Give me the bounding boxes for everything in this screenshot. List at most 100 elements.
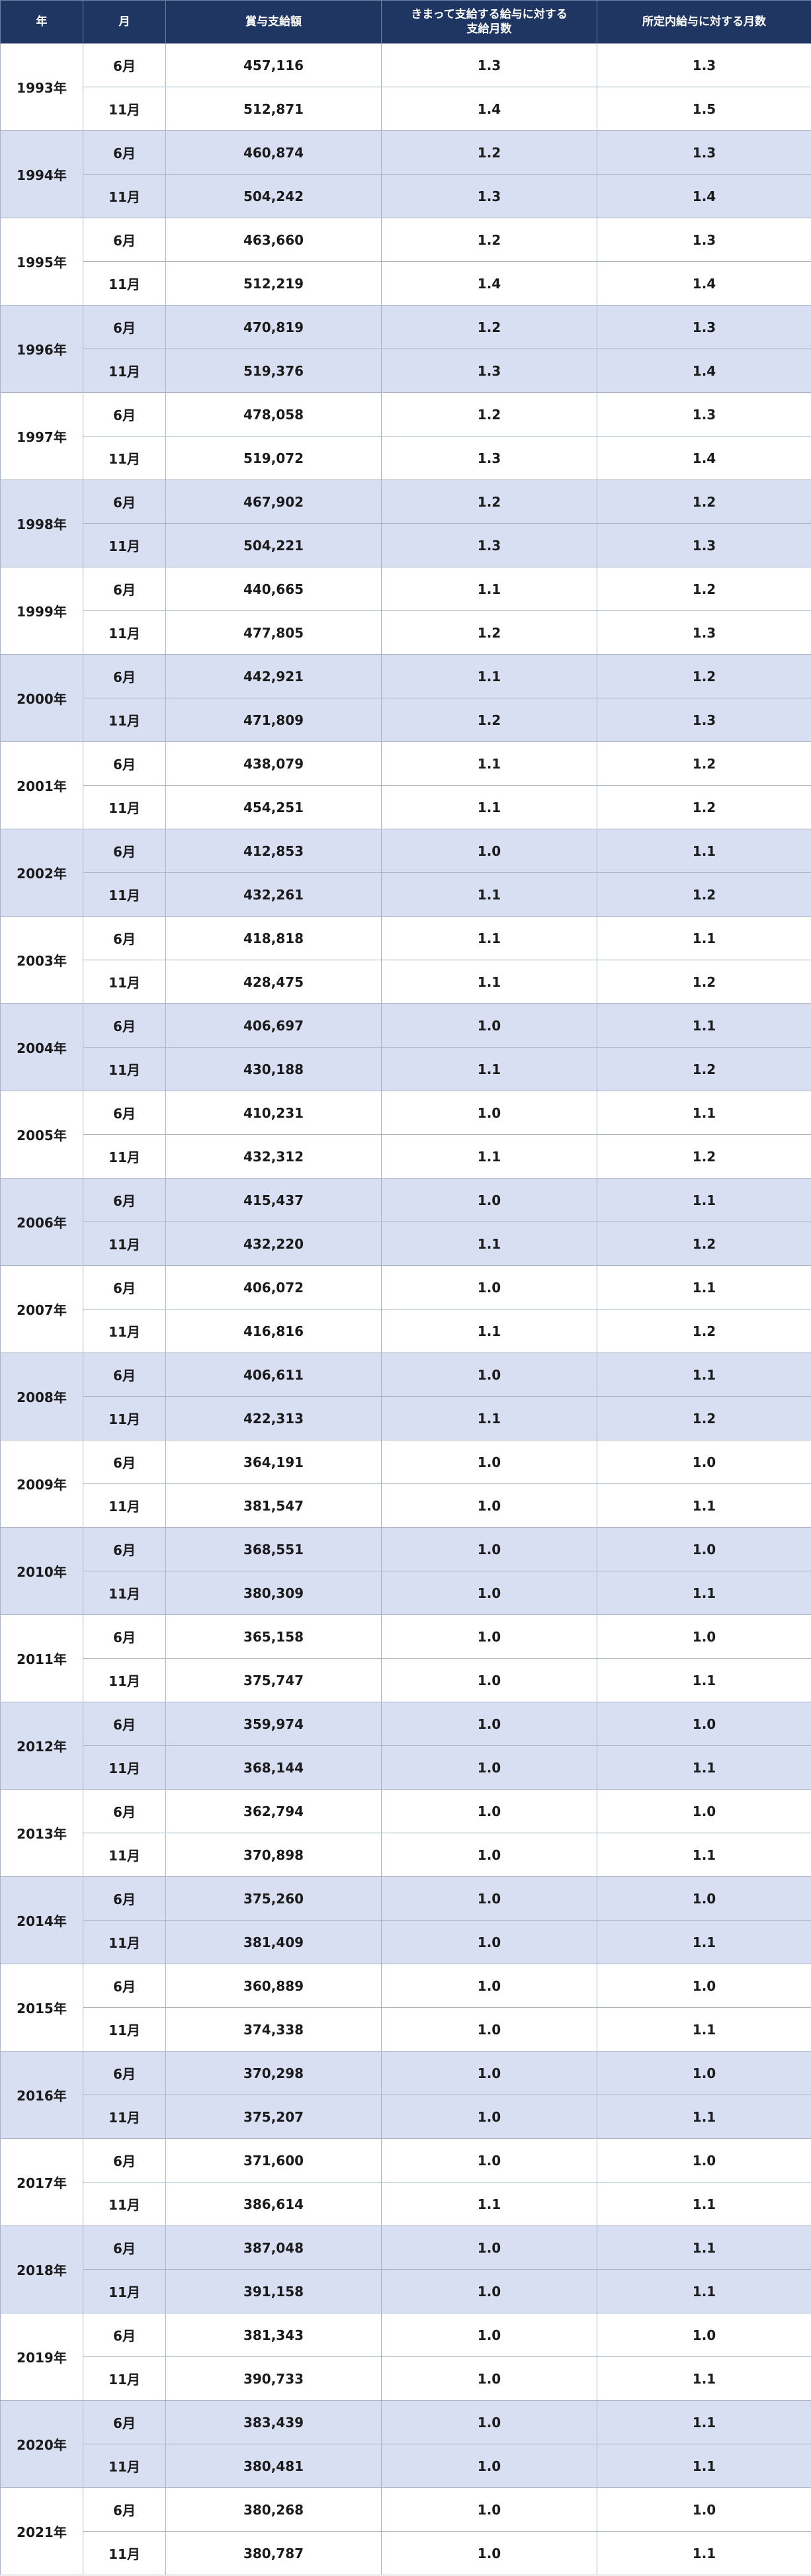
kimatte-cell: 1.3 (381, 43, 597, 87)
year-cell: 2012年 (0, 1702, 83, 1790)
shotei-cell: 1.1 (597, 1003, 811, 1048)
shotei-cell: 1.0 (597, 1440, 811, 1484)
kimatte-cell: 1.0 (381, 2225, 597, 2270)
kimatte-cell: 1.0 (381, 2487, 597, 2532)
month-cell: 6月 (83, 916, 166, 960)
shotei-cell: 1.1 (597, 2356, 811, 2401)
kimatte-cell: 1.2 (381, 698, 597, 742)
month-cell: 6月 (83, 218, 166, 262)
kimatte-cell: 1.0 (381, 2400, 597, 2444)
shotei-cell: 1.0 (597, 1964, 811, 2008)
month-cell: 6月 (83, 1527, 166, 1571)
kimatte-cell: 1.1 (381, 1309, 597, 1353)
amount-cell: 467,902 (165, 479, 382, 524)
amount-cell: 471,809 (165, 698, 382, 742)
month-cell: 11月 (83, 698, 166, 742)
kimatte-cell: 1.4 (381, 87, 597, 131)
year-cell: 2020年 (0, 2400, 83, 2488)
amount-cell: 460,874 (165, 130, 382, 175)
shotei-cell: 1.3 (597, 218, 811, 262)
table-row: 11月 430,188 1.1 1.2 (1, 1047, 811, 1091)
shotei-cell: 1.0 (597, 2051, 811, 2095)
table-row: 2011年 6月 365,158 1.0 1.0 (0, 1614, 811, 1702)
table-row: 11月 519,072 1.3 1.4 (1, 436, 811, 480)
shotei-cell: 1.1 (597, 2007, 811, 2052)
kimatte-cell: 1.0 (381, 1440, 597, 1484)
shotei-cell: 1.1 (597, 1265, 811, 1309)
month-cell: 11月 (83, 2007, 166, 2052)
year-cell: 1999年 (0, 567, 83, 655)
amount-cell: 477,805 (165, 610, 382, 655)
kimatte-cell: 1.0 (381, 1658, 597, 1702)
table-row: 1996年 6月 470,819 1.2 1.3 (0, 305, 811, 393)
kimatte-cell: 1.0 (381, 1352, 597, 1397)
table-row: 2014年 6月 375,260 1.0 1.0 (0, 1876, 811, 1964)
shotei-cell: 1.1 (597, 2225, 811, 2270)
amount-cell: 380,481 (165, 2444, 382, 2488)
kimatte-cell: 1.1 (381, 567, 597, 611)
year-cell: 1993年 (0, 43, 83, 131)
month-cell: 11月 (83, 2444, 166, 2488)
kimatte-cell: 1.2 (381, 392, 597, 436)
shotei-cell: 1.1 (597, 1178, 811, 1222)
month-cell: 6月 (83, 2138, 166, 2182)
table-row: 2004年 6月 406,697 1.0 1.1 (0, 1003, 811, 1091)
year-cell: 1997年 (0, 392, 83, 480)
amount-cell: 470,819 (165, 305, 382, 349)
month-cell: 11月 (83, 1047, 166, 1091)
table-row: 11月 471,809 1.2 1.3 (1, 698, 811, 742)
shotei-cell: 1.2 (597, 1222, 811, 1266)
amount-cell: 362,794 (165, 1789, 382, 1833)
amount-cell: 380,787 (165, 2531, 382, 2575)
amount-cell: 430,188 (165, 1047, 382, 1091)
shotei-cell: 1.1 (597, 1483, 811, 1528)
amount-cell: 360,889 (165, 1964, 382, 2008)
amount-cell: 412,853 (165, 829, 382, 873)
kimatte-cell: 1.1 (381, 1047, 597, 1091)
shotei-cell: 1.3 (597, 130, 811, 175)
year-cell: 1998年 (0, 479, 83, 567)
shotei-cell: 1.0 (597, 1527, 811, 1571)
kimatte-cell: 1.1 (381, 916, 597, 960)
table-row: 11月 374,338 1.0 1.1 (1, 2007, 811, 2052)
amount-cell: 416,816 (165, 1309, 382, 1353)
kimatte-cell: 1.0 (381, 2095, 597, 2139)
table-row: 11月 381,547 1.0 1.1 (1, 1483, 811, 1528)
amount-cell: 519,072 (165, 436, 382, 480)
kimatte-cell: 1.0 (381, 2531, 597, 2575)
kimatte-cell: 1.1 (381, 960, 597, 1004)
shotei-cell: 1.1 (597, 2444, 811, 2488)
table-row: 1997年 6月 478,058 1.2 1.3 (0, 392, 811, 480)
amount-cell: 415,437 (165, 1178, 382, 1222)
month-cell: 11月 (83, 1658, 166, 1702)
month-cell: 11月 (83, 1571, 166, 1615)
amount-cell: 438,079 (165, 741, 382, 786)
amount-cell: 512,871 (165, 87, 382, 131)
table-row: 2003年 6月 418,818 1.1 1.1 (0, 916, 811, 1004)
amount-cell: 440,665 (165, 567, 382, 611)
month-cell: 6月 (83, 654, 166, 698)
year-cell: 2016年 (0, 2051, 83, 2139)
bonus-table: 年 月 賞与支給額 きまって支給する給与に対する 支給月数 所定内給与に対する月… (0, 0, 811, 2575)
amount-cell: 374,338 (165, 2007, 382, 2052)
month-cell: 11月 (83, 1483, 166, 1528)
table-row: 11月 416,816 1.1 1.2 (1, 1309, 811, 1353)
kimatte-cell: 1.1 (381, 654, 597, 698)
table-row: 2013年 6月 362,794 1.0 1.0 (0, 1789, 811, 1877)
table-row: 11月 386,614 1.1 1.1 (1, 2182, 811, 2226)
table-row: 11月 428,475 1.1 1.2 (1, 960, 811, 1004)
shotei-cell: 1.1 (597, 2400, 811, 2444)
kimatte-cell: 1.3 (381, 174, 597, 218)
shotei-cell: 1.0 (597, 2138, 811, 2182)
month-cell: 6月 (83, 741, 166, 786)
month-cell: 11月 (83, 1920, 166, 1964)
header-year: 年 (0, 0, 83, 44)
amount-cell: 432,261 (165, 872, 382, 917)
amount-cell: 390,733 (165, 2356, 382, 2401)
amount-cell: 410,231 (165, 1091, 382, 1135)
month-cell: 11月 (83, 2531, 166, 2575)
month-cell: 11月 (83, 785, 166, 829)
month-cell: 6月 (83, 1265, 166, 1309)
amount-cell: 428,475 (165, 960, 382, 1004)
month-cell: 6月 (83, 567, 166, 611)
